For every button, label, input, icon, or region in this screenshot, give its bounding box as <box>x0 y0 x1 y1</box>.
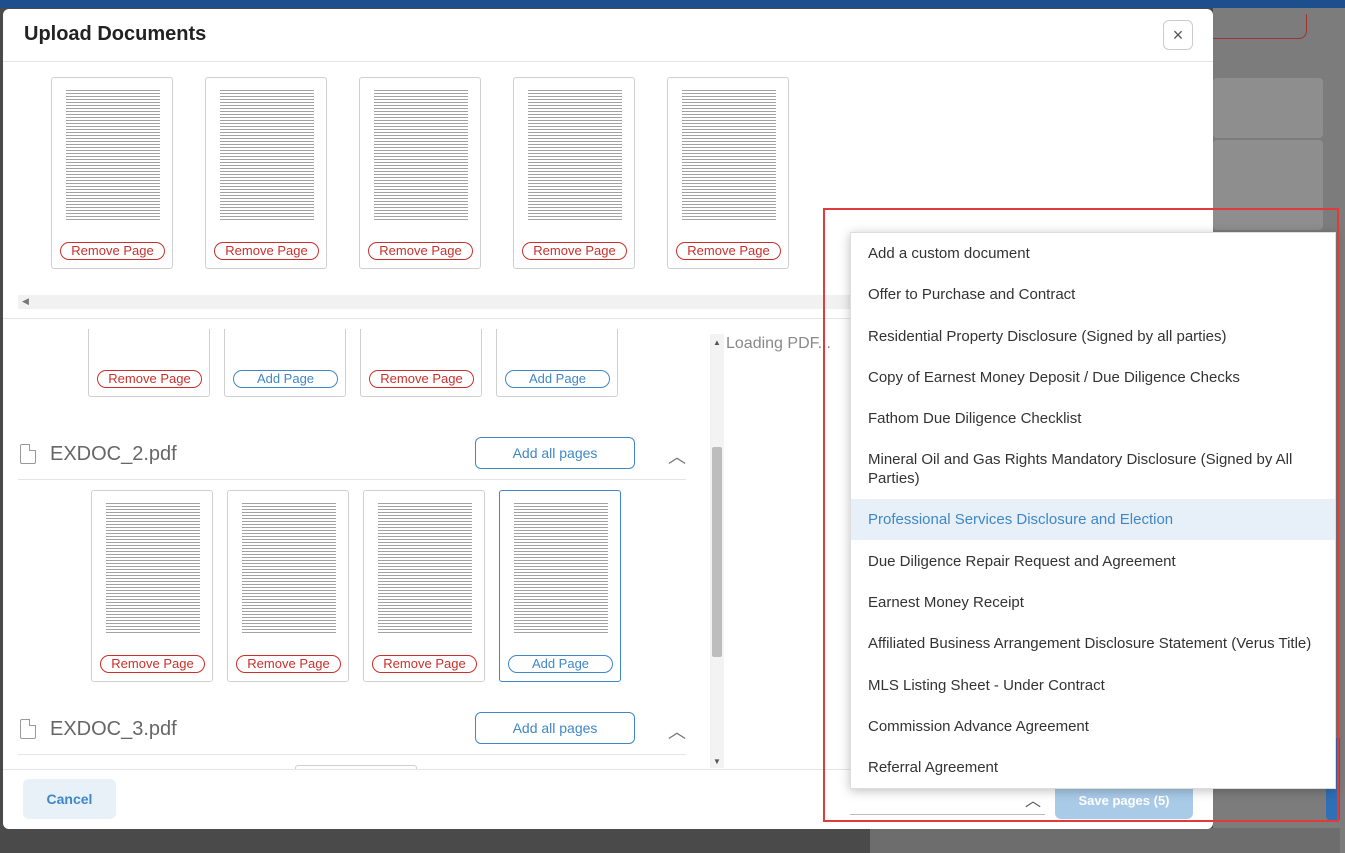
page-thumbnail: Remove Page <box>227 490 349 682</box>
loading-pdf-text: Loading PDF... <box>726 335 831 352</box>
dropdown-option[interactable]: Commission Advance Agreement <box>851 706 1335 747</box>
add-all-pages-button[interactable]: Add all pages <box>475 712 635 744</box>
vertical-scrollbar[interactable]: ▲ ▼ <box>710 334 724 768</box>
modal-title: Upload Documents <box>24 23 207 45</box>
add-page-button[interactable]: Add Page <box>505 370 610 388</box>
horizontal-scrollbar[interactable]: ◀ <box>18 295 853 309</box>
scrollbar-thumb[interactable] <box>712 447 722 657</box>
chevron-up-icon[interactable]: ︿ <box>1025 787 1041 811</box>
document-name: EXDOC_2.pdf <box>50 443 177 465</box>
dropdown-option-highlighted[interactable]: Professional Services Disclosure and Ele… <box>851 499 1335 540</box>
close-icon: × <box>1172 24 1184 45</box>
background-footer <box>870 828 1340 853</box>
add-all-pages-button[interactable]: Add all pages <box>475 437 635 469</box>
remove-page-button[interactable]: Remove Page <box>214 242 319 260</box>
page-preview <box>220 90 314 220</box>
page-preview <box>106 503 200 633</box>
documents-list: Remove Page Add Page Remove Page Add Pag… <box>18 329 723 769</box>
remove-page-button[interactable]: Remove Page <box>236 655 341 673</box>
page-thumbnail: Remove Page <box>88 329 210 397</box>
page-preview <box>528 90 622 220</box>
remove-page-button[interactable]: Remove Page <box>97 370 202 388</box>
selected-page-thumbnail: Remove Page <box>359 77 481 269</box>
dropdown-option[interactable]: Affiliated Business Arrangement Disclosu… <box>851 623 1335 664</box>
background-button <box>1213 14 1307 39</box>
document-header: EXDOC_3.pdf Add all pages ︿ <box>18 712 688 752</box>
chevron-up-icon[interactable]: ︿ <box>668 718 686 744</box>
chevron-up-icon[interactable]: ︿ <box>668 443 686 469</box>
background-card <box>1213 78 1323 138</box>
document-type-select[interactable]: ︿ <box>850 789 1045 815</box>
remove-page-button[interactable]: Remove Page <box>369 370 474 388</box>
add-page-button[interactable]: Add Page <box>508 655 613 673</box>
dropdown-option[interactable]: Offer to Purchase and Contract <box>851 274 1335 315</box>
selected-pages-strip: Remove Page Remove Page Remove Page Remo… <box>18 69 853 309</box>
document-name: EXDOC_3.pdf <box>50 718 177 740</box>
scroll-down-icon[interactable]: ▼ <box>713 757 721 766</box>
document-divider <box>18 479 686 480</box>
add-page-button[interactable]: Add Page <box>233 370 338 388</box>
selected-page-thumbnail: Remove Page <box>513 77 635 269</box>
selected-page-thumbnail: Remove Page <box>667 77 789 269</box>
selected-page-thumbnail: Remove Page <box>51 77 173 269</box>
page-thumbnail: Add Page <box>496 329 618 397</box>
remove-page-button[interactable]: Remove Page <box>100 655 205 673</box>
background-card <box>1213 140 1323 230</box>
cancel-button[interactable]: Cancel <box>23 779 116 819</box>
page-preview <box>242 503 336 633</box>
page-preview <box>514 503 608 633</box>
dropdown-option[interactable]: Earnest Money Receipt <box>851 582 1335 623</box>
file-icon <box>20 719 36 739</box>
dropdown-option[interactable]: Mineral Oil and Gas Rights Mandatory Dis… <box>851 439 1335 499</box>
background-top-bar <box>0 0 1345 8</box>
dropdown-option[interactable]: Referral Agreement <box>851 747 1335 788</box>
page-preview <box>66 90 160 220</box>
file-icon <box>20 444 36 464</box>
page-preview <box>682 90 776 220</box>
scroll-up-icon[interactable]: ▲ <box>713 338 721 347</box>
header-divider <box>3 61 1213 62</box>
dropdown-option[interactable]: Add a custom document <box>851 233 1335 274</box>
page-preview <box>374 90 468 220</box>
page-thumbnail: Remove Page <box>360 329 482 397</box>
page-thumbnail: Add Page <box>224 329 346 397</box>
scroll-left-icon[interactable]: ◀ <box>22 296 29 307</box>
remove-page-button[interactable]: Remove Page <box>368 242 473 260</box>
page-thumbnail: Remove Page <box>363 490 485 682</box>
remove-page-button[interactable]: Remove Page <box>522 242 627 260</box>
remove-page-button[interactable]: Remove Page <box>676 242 781 260</box>
dropdown-option[interactable]: MLS Listing Sheet - Under Contract <box>851 664 1335 706</box>
dropdown-option[interactable]: Residential Property Disclosure (Signed … <box>851 315 1335 357</box>
close-button[interactable]: × <box>1163 20 1193 50</box>
remove-page-button[interactable]: Remove Page <box>60 242 165 260</box>
document-type-dropdown: Add a custom document Offer to Purchase … <box>850 232 1336 789</box>
page-thumbnail-hovered: Add Page <box>499 490 621 682</box>
document-divider <box>18 754 686 755</box>
page-thumbnail: Remove Page <box>91 490 213 682</box>
remove-page-button[interactable]: Remove Page <box>372 655 477 673</box>
selected-page-thumbnail: Remove Page <box>205 77 327 269</box>
dropdown-option[interactable]: Due Diligence Repair Request and Agreeme… <box>851 540 1335 582</box>
dropdown-option[interactable]: Copy of Earnest Money Deposit / Due Dili… <box>851 357 1335 398</box>
dropdown-option[interactable]: Fathom Due Diligence Checklist <box>851 398 1335 439</box>
page-preview <box>378 503 472 633</box>
document-header: EXDOC_2.pdf Add all pages ︿ <box>18 437 688 477</box>
